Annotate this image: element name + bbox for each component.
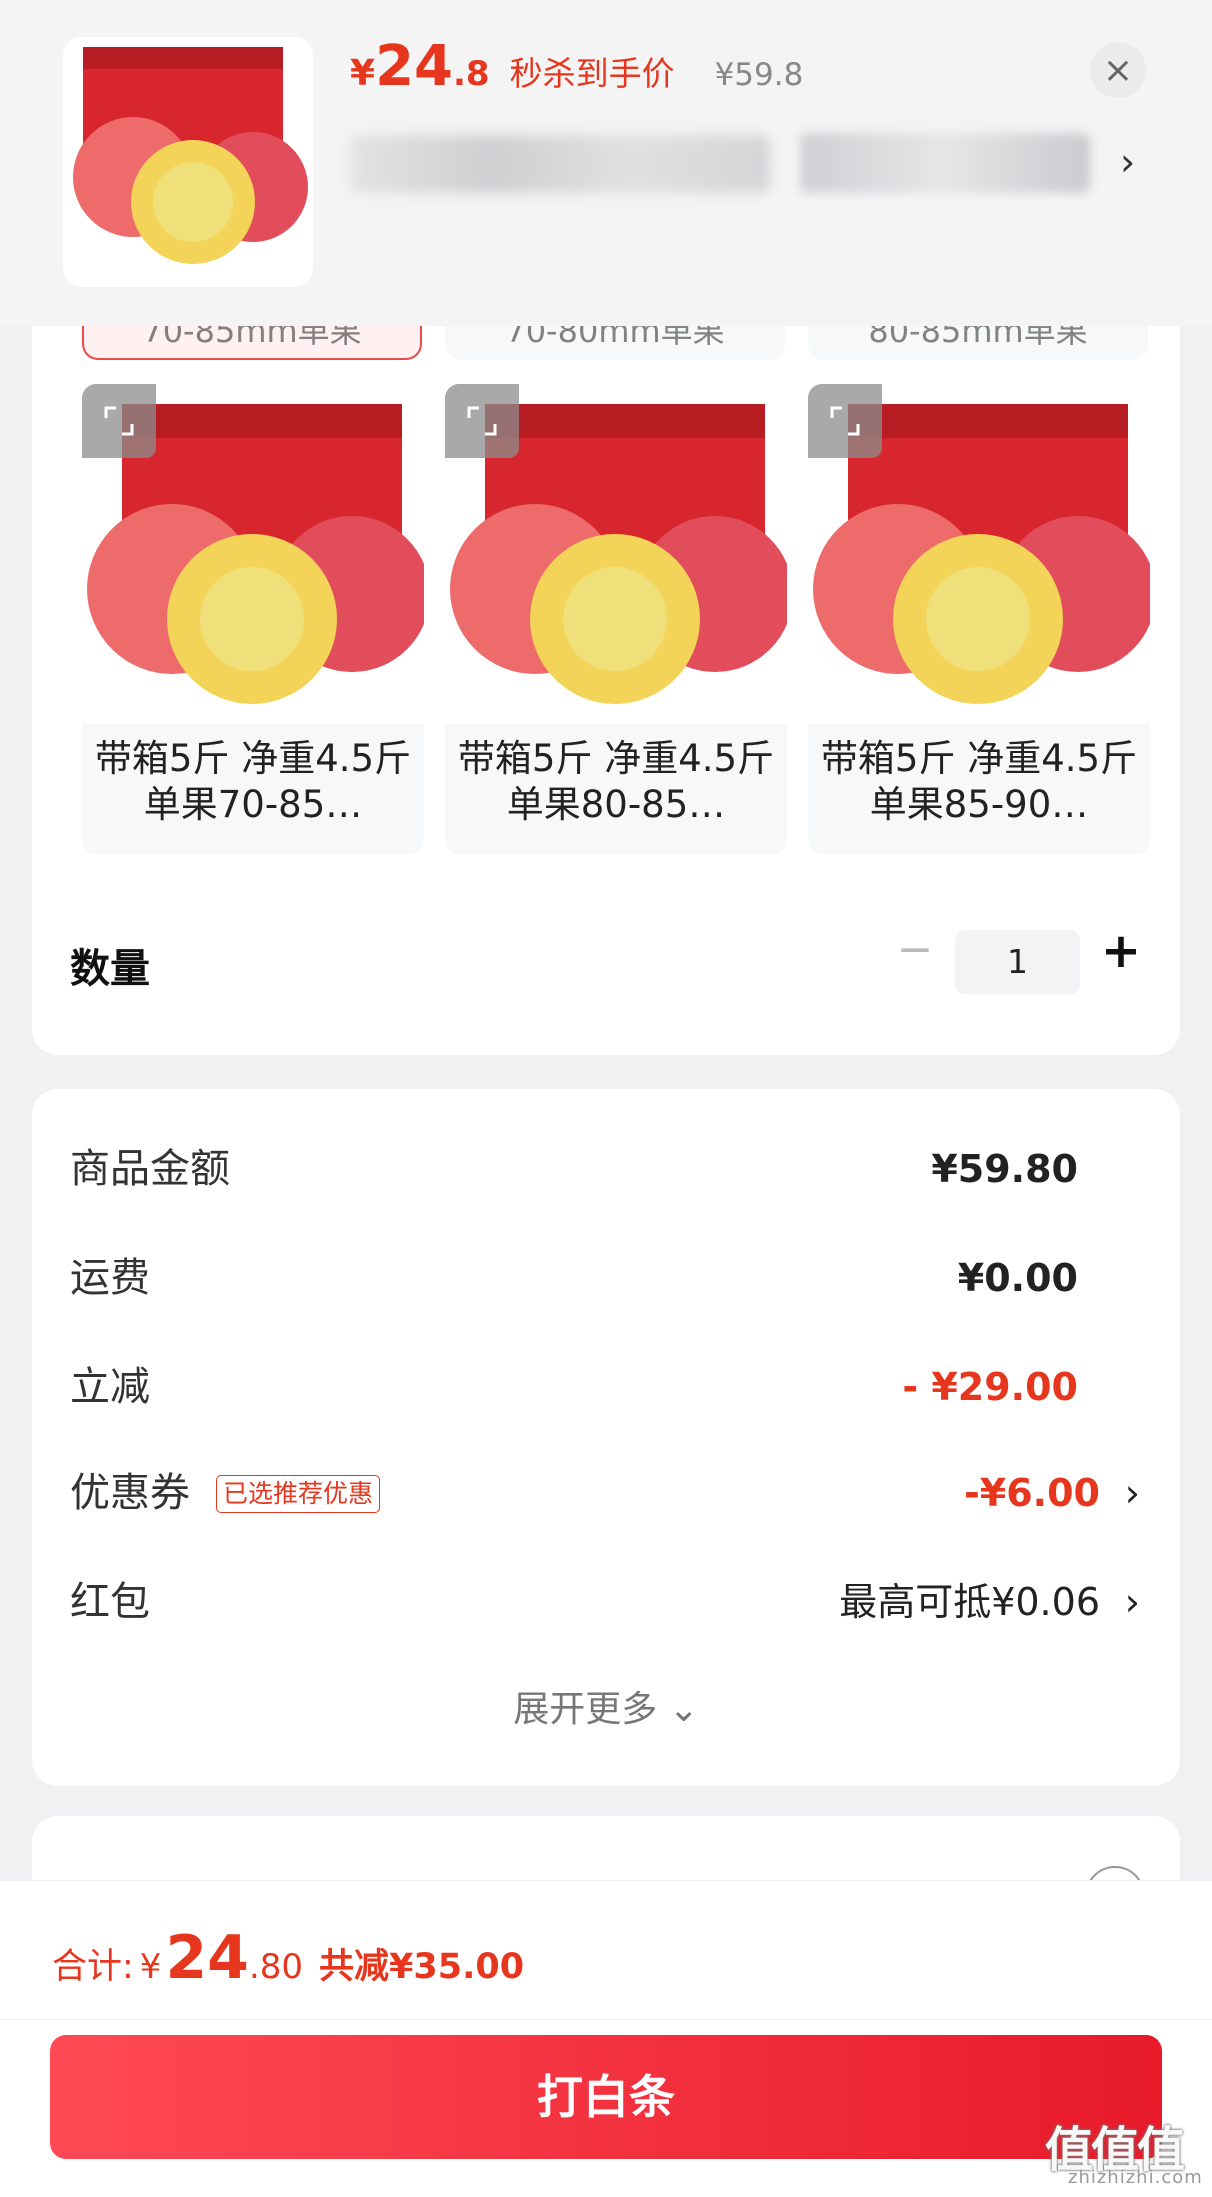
pay-button[interactable]: 打白条 (50, 2035, 1162, 2159)
quantity-minus-button[interactable]: − (895, 920, 935, 980)
discount-value: - ¥29.00 (902, 1365, 1078, 1409)
quantity-label: 数量 (70, 946, 150, 992)
chevron-right-icon: › (1124, 1580, 1140, 1624)
coupon-badge: 已选推荐优惠 (216, 1475, 381, 1513)
watermark-url: zhizhizhi.com (1068, 2167, 1203, 2188)
option-label: 带箱5斤 净重4.5斤 单果85-90… (820, 737, 1138, 826)
spec-option-1[interactable]: 带箱5斤 净重4.5斤 单果70-85… (82, 384, 424, 854)
total-currency: ¥ (139, 1947, 162, 1987)
selected-spec-blurred[interactable] (330, 125, 1130, 200)
blurred-text (800, 133, 1090, 193)
discount-label: 立减 (70, 1364, 150, 1410)
coupon-row[interactable]: 优惠券 已选推荐优惠 -¥6.00 › (70, 1463, 1140, 1523)
product-header: ¥ 24 .8 秒杀到手价 ¥59.8 × › (0, 0, 1212, 326)
goods-amount-label: 商品金额 (70, 1146, 230, 1192)
option-label: 带箱5斤 净重4.5斤 单果70-85… (94, 737, 412, 826)
quantity-plus-button[interactable]: + (1098, 918, 1144, 984)
quantity-input[interactable]: 1 (955, 930, 1080, 994)
goods-amount-row: 商品金额 ¥59.80 (70, 1139, 1140, 1199)
redpacket-label: 红包 (70, 1579, 150, 1625)
coupon-value: -¥6.00 (964, 1471, 1100, 1515)
shipping-label: 运费 (70, 1255, 150, 1301)
total-summary: 合计: ¥ 24 .80 共减¥35.00 (52, 1923, 524, 1993)
shipping-value: ¥0.00 (957, 1256, 1078, 1300)
seckill-price: ¥ 24 .8 秒杀到手价 ¥59.8 (350, 34, 803, 104)
price-integer: 24 (375, 34, 453, 99)
price-decimal: .8 (453, 54, 490, 94)
price-tag: 秒杀到手价 (509, 54, 675, 93)
close-icon: × (1102, 49, 1134, 91)
checkout-footer: 合计: ¥ 24 .80 共减¥35.00 打白条 (0, 1880, 1212, 2197)
option-partial[interactable]: 70-80mm单果 (445, 326, 785, 360)
total-integer: 24 (165, 1923, 249, 1993)
expand-icon[interactable] (808, 384, 882, 458)
discount-row: 立减 - ¥29.00 (70, 1357, 1140, 1417)
expand-more-button[interactable]: 展开更多 ⌄ (0, 1680, 1212, 1732)
close-button[interactable]: × (1090, 42, 1146, 98)
option-partial[interactable]: 80-85mm单果 (808, 326, 1148, 360)
product-thumbnail (63, 37, 313, 287)
divider (0, 2019, 1212, 2020)
option-label: 带箱5斤 净重4.5斤 单果80-85… (457, 737, 775, 826)
total-saved: 共减¥35.00 (319, 1947, 525, 1987)
coupon-label: 优惠券 (70, 1470, 190, 1516)
shipping-row: 运费 ¥0.00 (70, 1248, 1140, 1308)
spec-option-3[interactable]: 带箱5斤 净重4.5斤 单果85-90… (808, 384, 1150, 854)
original-price: ¥59.8 (714, 57, 804, 93)
goods-amount-value: ¥59.80 (931, 1147, 1078, 1191)
expand-icon[interactable] (445, 384, 519, 458)
chevron-right-icon[interactable]: › (1120, 140, 1135, 184)
spec-option-2[interactable]: 带箱5斤 净重4.5斤 单果80-85… (445, 384, 787, 854)
redpacket-value: 最高可抵¥0.06 (839, 1580, 1100, 1624)
option-partial-selected[interactable]: 70-85mm单果 (82, 326, 422, 360)
expand-icon[interactable] (82, 384, 156, 458)
total-label: 合计: (52, 1947, 134, 1987)
blurred-text (350, 135, 770, 193)
total-decimal: .80 (248, 1947, 304, 1987)
price-currency: ¥ (350, 53, 376, 94)
redpacket-row[interactable]: 红包 最高可抵¥0.06 › (70, 1572, 1140, 1632)
chevron-right-icon: › (1124, 1471, 1140, 1515)
